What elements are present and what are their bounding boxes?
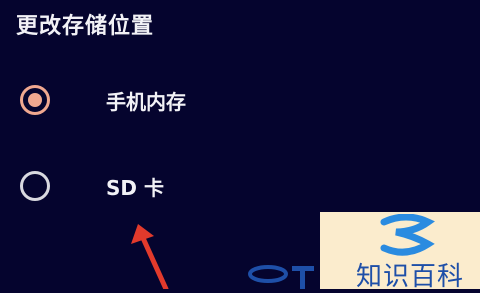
watermark-panel: 知识百科 bbox=[320, 212, 480, 292]
watermark-logo-partial-icon bbox=[248, 265, 314, 289]
watermark-text: 知识百科 bbox=[356, 262, 465, 292]
watermark-logo-icon bbox=[380, 214, 435, 256]
